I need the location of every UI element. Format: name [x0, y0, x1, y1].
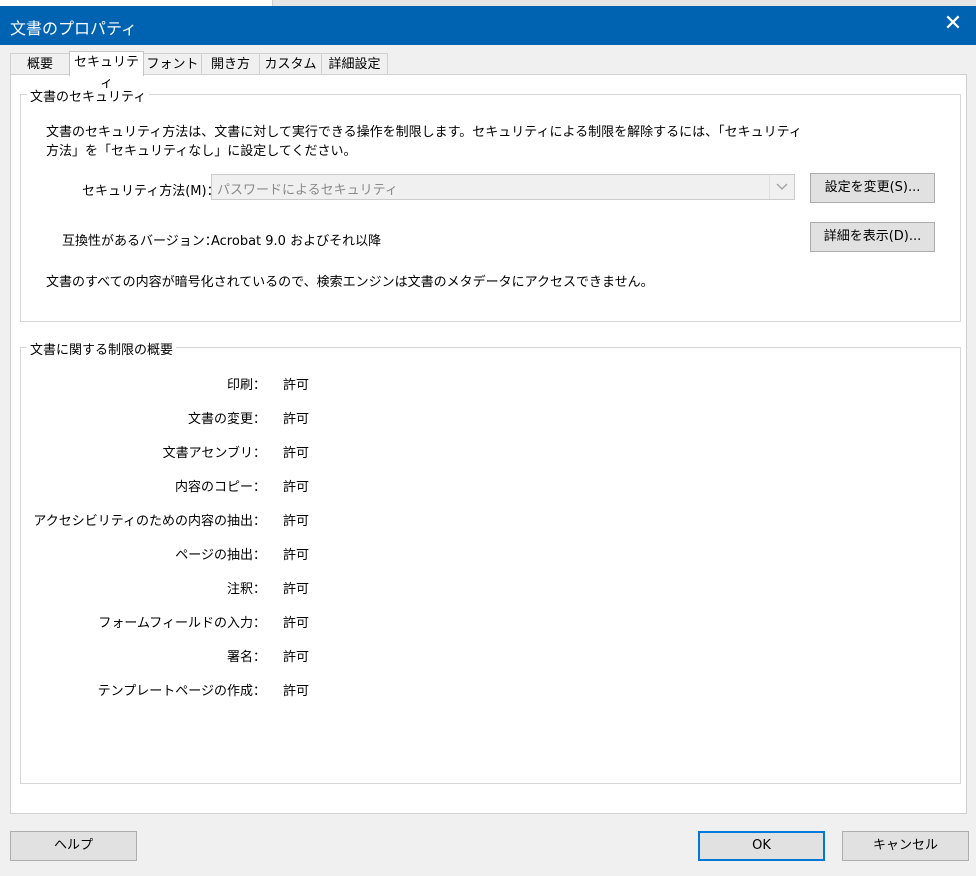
- tab-custom[interactable]: カスタム: [259, 53, 322, 74]
- tab-summary[interactable]: 概要: [10, 53, 70, 74]
- window-title: 文書のプロパティ: [10, 19, 138, 38]
- show-details-button[interactable]: 詳細を表示(D)...: [810, 222, 935, 252]
- ok-button[interactable]: OK: [698, 831, 825, 861]
- restriction-value: 許可: [283, 684, 310, 699]
- cancel-button[interactable]: キャンセル: [842, 831, 969, 861]
- restriction-row-commenting: 注釈： 許可: [21, 578, 421, 598]
- restriction-label: ページの抽出：: [175, 548, 266, 563]
- restriction-label: 注釈：: [226, 582, 266, 597]
- close-icon[interactable]: ✕: [940, 11, 966, 37]
- restriction-value: 許可: [283, 446, 310, 461]
- restriction-value: 許可: [283, 650, 310, 665]
- security-method-select[interactable]: パスワードによるセキュリティ: [211, 174, 795, 200]
- restriction-label: 署名：: [226, 650, 266, 665]
- tab-panel: 文書のセキュリティ 文書のセキュリティ方法は、文書に対して実行できる操作を制限し…: [10, 74, 967, 814]
- tab-initial-view[interactable]: 開き方: [201, 53, 260, 74]
- restriction-row-template-pages: テンプレートページの作成： 許可: [21, 680, 421, 700]
- tab-fonts[interactable]: フォント: [143, 53, 202, 74]
- restrictions-summary-group: 文書に関する制限の概要 印刷： 許可 文書の変更： 許可 文書アセンブリ： 許可…: [20, 339, 961, 784]
- restriction-label: テンプレートページの作成：: [97, 684, 266, 699]
- restriction-value: 許可: [283, 514, 310, 529]
- restriction-row-form-filling: フォームフィールドの入力： 許可: [21, 612, 421, 632]
- tab-advanced[interactable]: 詳細設定: [321, 53, 388, 74]
- restriction-value: 許可: [283, 548, 310, 563]
- restriction-label: アクセシビリティのための内容の抽出：: [33, 514, 266, 529]
- restriction-value: 許可: [283, 616, 310, 631]
- restrictions-summary-legend: 文書に関する制限の概要: [27, 339, 177, 358]
- document-security-group: 文書のセキュリティ 文書のセキュリティ方法は、文書に対して実行できる操作を制限し…: [20, 86, 961, 322]
- help-button[interactable]: ヘルプ: [10, 831, 137, 861]
- change-settings-button[interactable]: 設定を変更(S)...: [810, 173, 935, 203]
- restriction-row-signing: 署名： 許可: [21, 646, 421, 666]
- security-description-line1: 文書のセキュリティ方法は、文書に対して実行できる操作を制限します。セキュリティに…: [46, 125, 802, 140]
- restriction-value: 許可: [283, 378, 310, 393]
- restriction-row-accessibility: アクセシビリティのための内容の抽出： 許可: [21, 510, 421, 530]
- restriction-label: 文書アセンブリ：: [162, 446, 266, 461]
- security-method-label: セキュリティ方法(M)：: [82, 184, 220, 199]
- security-method-value: パスワードによるセキュリティ: [217, 183, 398, 198]
- restriction-row-assembly: 文書アセンブリ： 許可: [21, 442, 421, 462]
- document-security-legend: 文書のセキュリティ: [27, 86, 150, 105]
- restriction-label: 内容のコピー：: [174, 480, 266, 495]
- encryption-note: 文書のすべての内容が暗号化されているので、検索エンジンは文書のメタデータにアクセ…: [46, 275, 654, 290]
- restriction-label: 文書の変更：: [187, 412, 266, 427]
- restriction-row-changing: 文書の変更： 許可: [21, 408, 421, 428]
- restriction-value: 許可: [283, 582, 310, 597]
- restriction-row-print: 印刷： 許可: [21, 374, 421, 394]
- title-bar[interactable]: 文書のプロパティ ✕: [0, 6, 976, 45]
- restriction-label: 印刷：: [226, 378, 266, 393]
- restriction-row-page-extraction: ページの抽出： 許可: [21, 544, 421, 564]
- chevron-down-icon: [769, 175, 794, 199]
- restriction-label: フォームフィールドの入力：: [98, 616, 266, 631]
- security-description-line2: 方法」を「セキュリティなし」に設定してください。: [46, 144, 357, 159]
- compatible-version-label: 互換性があるバージョン：: [62, 234, 218, 249]
- tab-security[interactable]: セキュリティ: [69, 51, 144, 91]
- restriction-value: 許可: [283, 480, 310, 495]
- restriction-value: 許可: [283, 412, 310, 427]
- restriction-row-copying: 内容のコピー： 許可: [21, 476, 421, 496]
- compatible-version-value: Acrobat 9.0 およびそれ以降: [211, 234, 382, 249]
